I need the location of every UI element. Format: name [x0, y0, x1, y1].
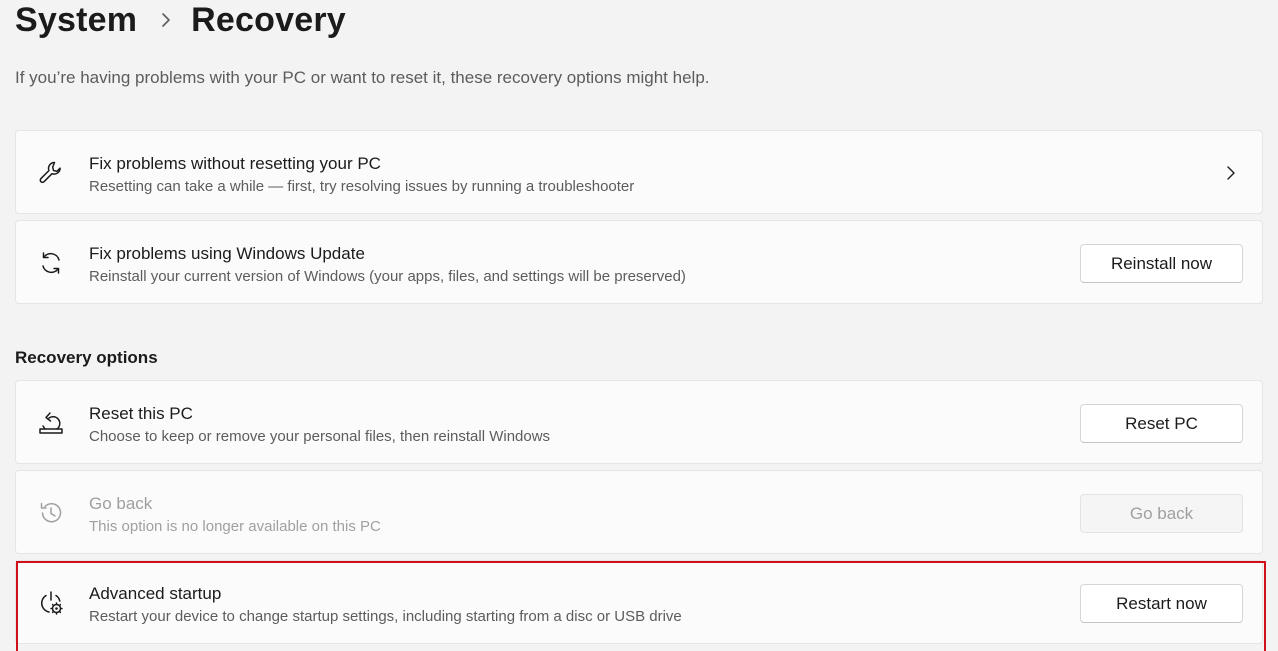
- breadcrumb: System Recovery: [15, 0, 346, 42]
- page-title: Recovery: [191, 0, 346, 39]
- chevron-right-icon[interactable]: [1222, 164, 1240, 182]
- recovery-options-heading: Recovery options: [15, 348, 158, 367]
- reset-pc-card: Reset this PC Choose to keep or remove y…: [15, 380, 1263, 464]
- go-back-button: Go back: [1080, 494, 1243, 533]
- card-description: Restart your device to change startup se…: [89, 608, 682, 625]
- sync-icon: [37, 249, 65, 277]
- card-title: Reset this PC: [89, 404, 193, 423]
- wrench-icon: [37, 159, 65, 187]
- card-description: Resetting can take a while — first, try …: [89, 178, 635, 195]
- page-description: If you’re having problems with your PC o…: [15, 68, 710, 87]
- fix-problems-troubleshooter-card[interactable]: Fix problems without resetting your PC R…: [15, 130, 1263, 214]
- history-icon: [37, 499, 65, 527]
- card-description: This option is no longer available on th…: [89, 518, 381, 535]
- power-gear-icon: [37, 589, 65, 617]
- chevron-right-icon: [157, 11, 175, 29]
- recovery-settings-page: System Recovery If you’re having problem…: [0, 0, 1278, 651]
- card-title: Fix problems without resetting your PC: [89, 154, 381, 173]
- reset-pc-icon: [37, 409, 65, 437]
- restart-now-button[interactable]: Restart now: [1080, 584, 1243, 623]
- go-back-card: Go back This option is no longer availab…: [15, 470, 1263, 554]
- card-title: Fix problems using Windows Update: [89, 244, 365, 263]
- card-description: Reinstall your current version of Window…: [89, 268, 686, 285]
- breadcrumb-system-link[interactable]: System: [15, 1, 137, 40]
- card-title: Go back: [89, 494, 153, 513]
- windows-update-fix-card: Fix problems using Windows Update Reinst…: [15, 220, 1263, 304]
- reset-pc-button[interactable]: Reset PC: [1080, 404, 1243, 443]
- advanced-startup-card: Advanced startup Restart your device to …: [15, 560, 1263, 644]
- card-description: Choose to keep or remove your personal f…: [89, 428, 551, 445]
- reinstall-now-button[interactable]: Reinstall now: [1080, 244, 1243, 283]
- card-title: Advanced startup: [89, 584, 222, 603]
